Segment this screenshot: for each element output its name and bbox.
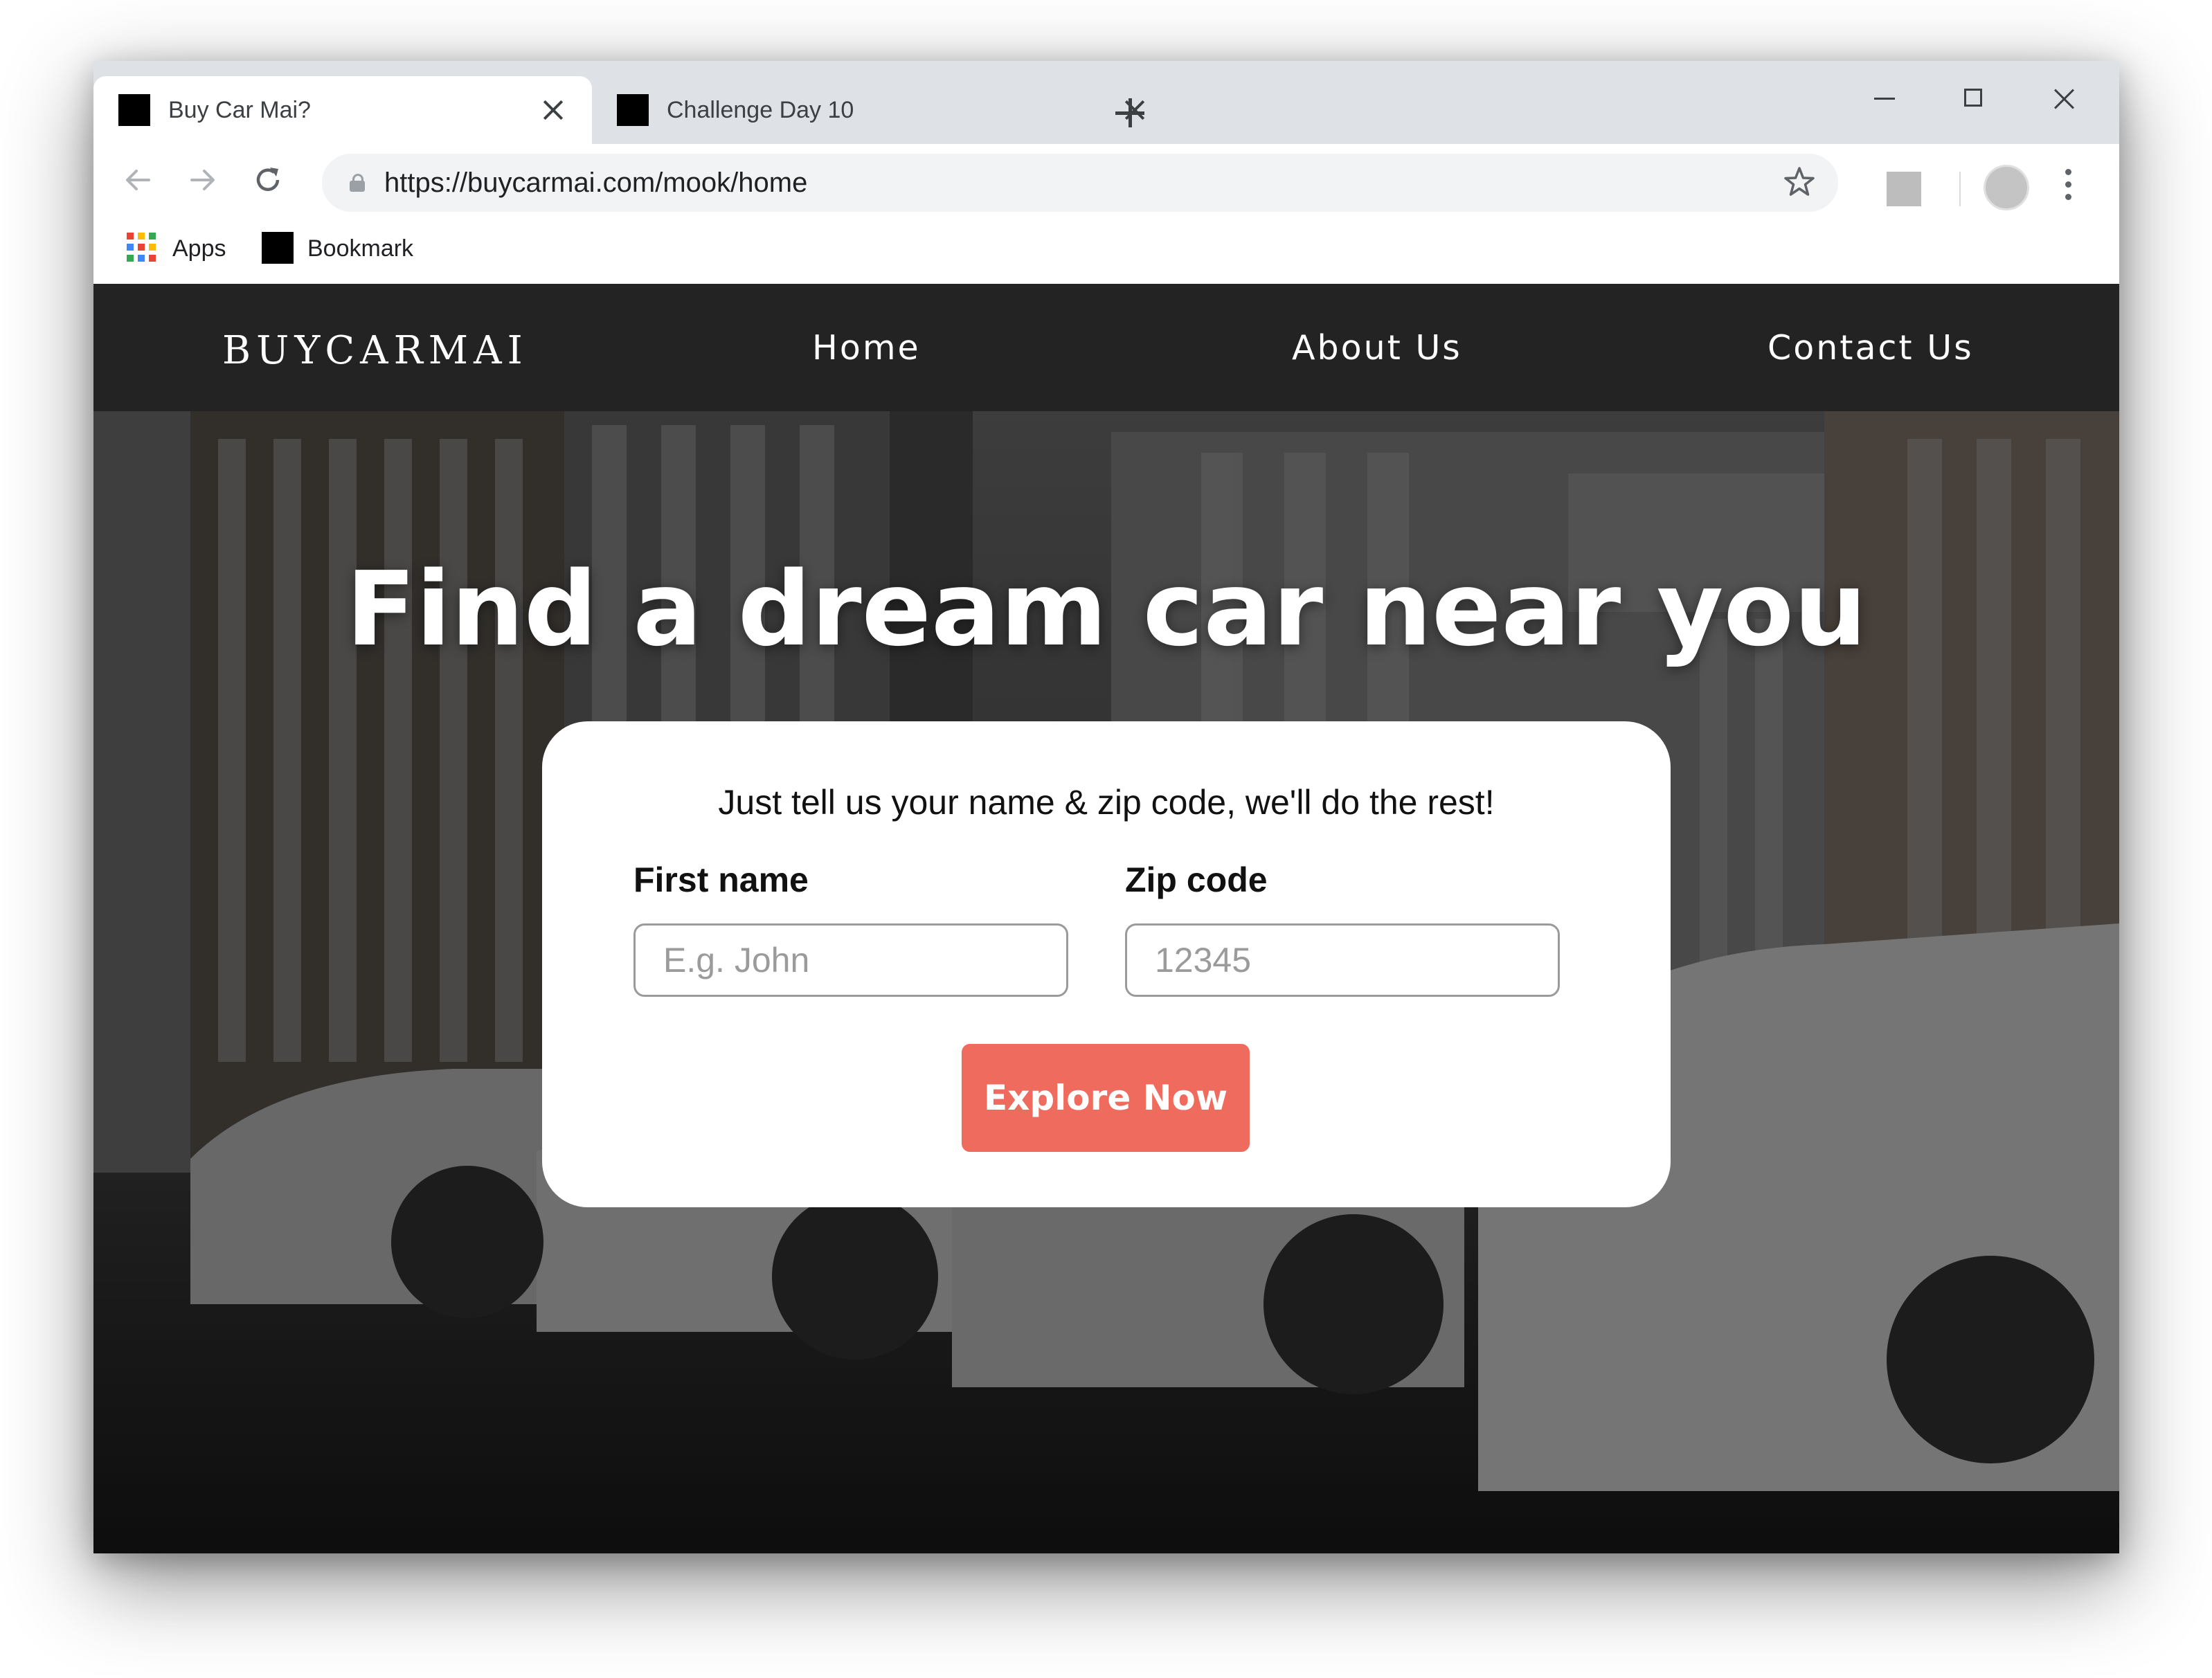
nav-about-us[interactable]: About Us [1292, 328, 1462, 368]
forward-arrow-icon[interactable] [183, 161, 222, 199]
reload-icon[interactable] [249, 161, 287, 199]
tab-favicon-icon [617, 94, 649, 126]
close-icon[interactable] [539, 96, 567, 124]
explore-now-button[interactable]: Explore Now [962, 1044, 1250, 1152]
tab-strip: Buy Car Mai? Challenge Day 10 [93, 61, 2119, 144]
tab-challenge-day-10[interactable]: Challenge Day 10 [592, 76, 1174, 144]
bookmark-favicon [262, 232, 294, 264]
profile-avatar[interactable] [1984, 165, 2029, 210]
site-navbar: BUYCARMAI Home About Us Contact Us [93, 284, 2119, 411]
back-arrow-icon[interactable] [118, 161, 157, 199]
zip-code-label: Zip code [1125, 860, 1268, 899]
browser-toolbar: https://buycarmai.com/mook/home [93, 144, 2119, 216]
first-name-label: First name [633, 860, 809, 899]
zip-code-input[interactable] [1125, 923, 1560, 997]
first-name-input[interactable] [633, 923, 1068, 997]
hero-section: Find a dream car near you Just tell us y… [93, 411, 2119, 1553]
nav-contact-us[interactable]: Contact Us [1768, 328, 1974, 368]
bookmark-star-icon[interactable] [1781, 165, 1817, 201]
toolbar-divider [1959, 172, 1961, 206]
tab-buy-car-mai[interactable]: Buy Car Mai? [93, 76, 592, 144]
nav-home[interactable]: Home [812, 328, 921, 368]
url-text[interactable]: https://buycarmai.com/mook/home [384, 168, 1781, 199]
hero-headline: Find a dream car near you [345, 550, 1867, 669]
signup-card: Just tell us your name & zip code, we'll… [542, 721, 1671, 1207]
site-logo[interactable]: BUYCARMAI [222, 328, 528, 373]
window-close-icon[interactable] [2043, 82, 2085, 116]
card-subtitle: Just tell us your name & zip code, we'll… [718, 783, 1495, 822]
browser-window: Buy Car Mai? Challenge Day 10 https://bu… [93, 61, 2119, 1553]
extension-icon[interactable] [1887, 172, 1921, 206]
lock-icon [350, 174, 365, 192]
tab-title: Challenge Day 10 [667, 96, 854, 123]
tab-favicon-icon [118, 94, 150, 126]
web-page: BUYCARMAI Home About Us Contact Us Find … [93, 284, 2119, 1553]
maximize-icon[interactable] [1953, 82, 1995, 116]
new-tab-plus-icon[interactable] [1113, 96, 1147, 130]
apps-grid-icon [127, 233, 156, 262]
address-bar[interactable]: https://buycarmai.com/mook/home [322, 154, 1838, 212]
bookmark-apps[interactable]: Apps [172, 235, 226, 262]
bookmark-link[interactable]: Bookmark [307, 235, 413, 262]
minimize-icon[interactable] [1863, 82, 1905, 116]
menu-kebab-icon[interactable] [2064, 169, 2072, 206]
tab-title: Buy Car Mai? [168, 96, 311, 123]
bookmarks-bar: Apps Bookmark [93, 216, 2119, 284]
